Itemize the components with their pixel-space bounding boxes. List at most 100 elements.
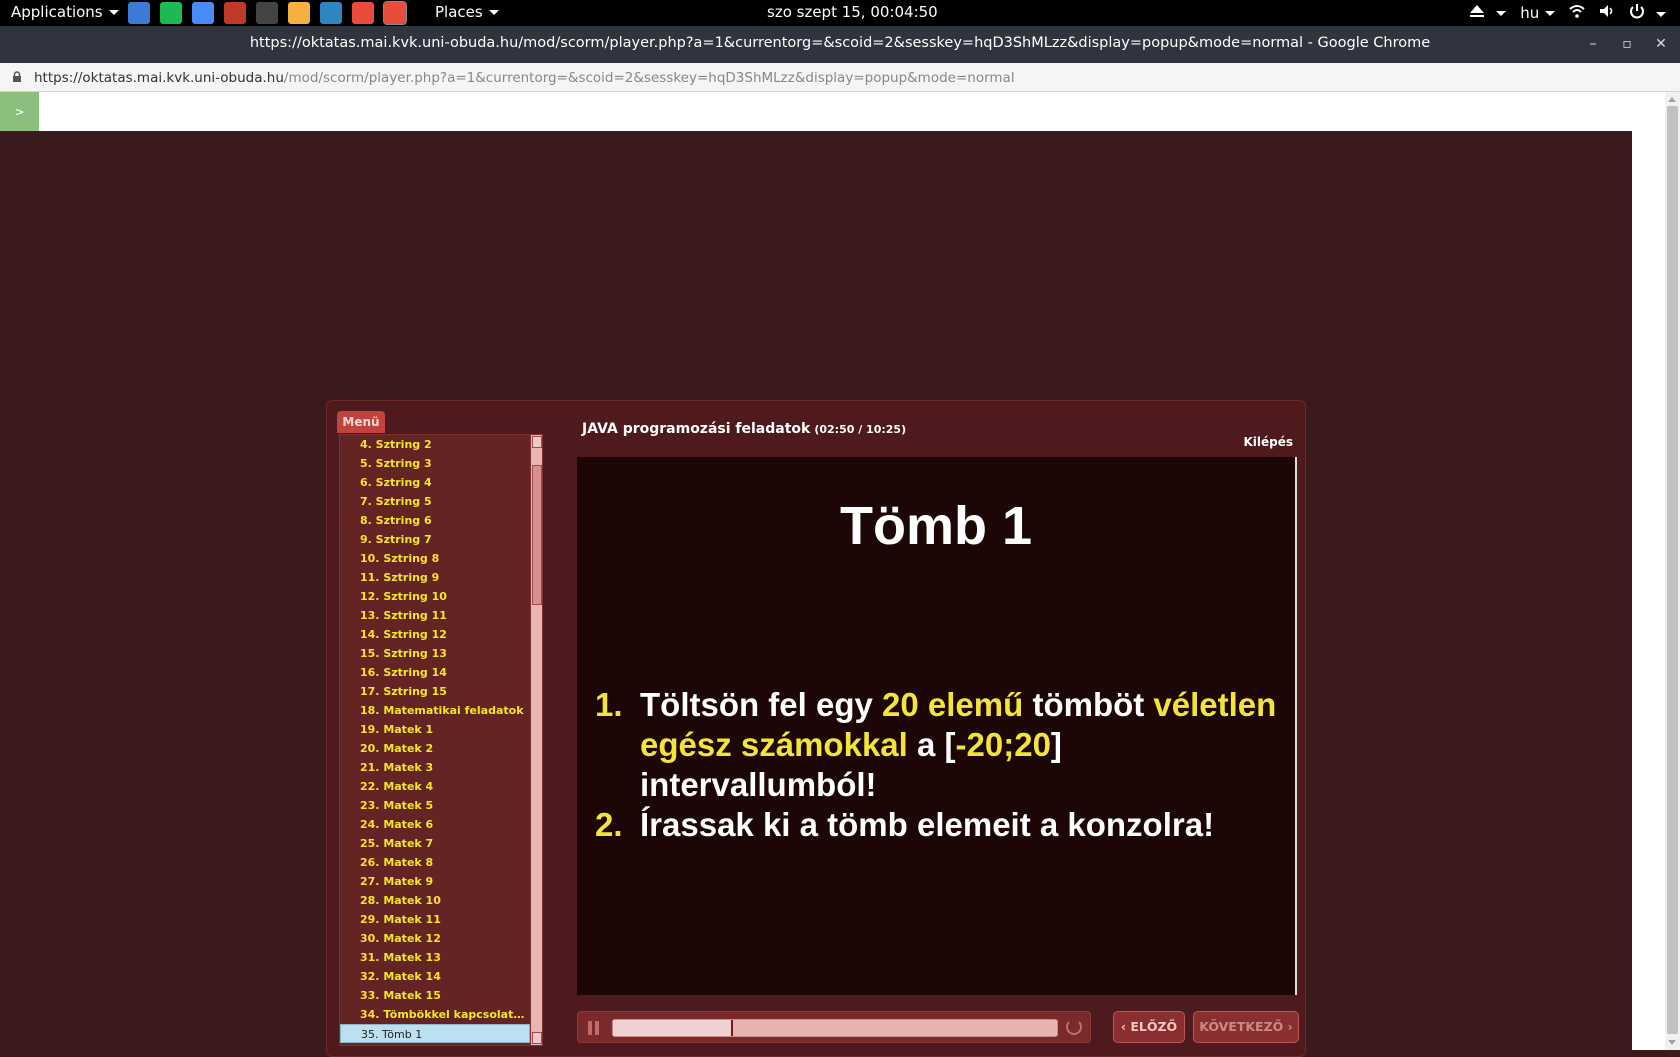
- slide-item-number: 2.: [595, 806, 623, 843]
- menu-item[interactable]: 22. Matek 4: [340, 777, 530, 796]
- wifi-icon[interactable]: [1569, 4, 1585, 22]
- scroll-down-icon[interactable]: [1668, 1040, 1676, 1045]
- places-label: Places: [435, 3, 483, 21]
- chrome-active-icon[interactable]: [383, 1, 407, 25]
- app-launchers: [128, 1, 407, 25]
- menu-item[interactable]: 35. Tömb 1: [340, 1024, 530, 1043]
- menu-item[interactable]: 11. Sztring 9: [340, 568, 530, 587]
- menu-item[interactable]: 19. Matek 1: [340, 720, 530, 739]
- slide-item: 1. Töltsön fel egy 20 elemű tömböt véletl…: [595, 685, 1285, 805]
- menu-item[interactable]: 17. Sztring 15: [340, 682, 530, 701]
- slide-text: Írassak ki a tömb elemeit a konzolra!: [640, 806, 1215, 843]
- menu-item[interactable]: 33. Matek 15: [340, 986, 530, 1005]
- text-editor-icon[interactable]: [288, 2, 310, 24]
- url-text[interactable]: https://oktatas.mai.kvk.uni-obuda.hu/mod…: [34, 70, 1015, 86]
- scroll-up-icon[interactable]: [1668, 97, 1676, 102]
- menu-item[interactable]: 4. Sztring 2: [340, 435, 530, 454]
- page-scrollbar[interactable]: [1665, 92, 1680, 1050]
- menu-item[interactable]: 8. Sztring 6: [340, 511, 530, 530]
- menu-item[interactable]: 15. Sztring 13: [340, 644, 530, 663]
- menu-item[interactable]: 29. Matek 11: [340, 910, 530, 929]
- previous-label: ELŐZŐ: [1130, 1019, 1178, 1034]
- menu-item[interactable]: 30. Matek 12: [340, 929, 530, 948]
- window-title: https://oktatas.mai.kvk.uni-obuda.hu/mod…: [249, 35, 1431, 51]
- next-label: KÖVETKEZŐ: [1199, 1019, 1284, 1034]
- progress-bar[interactable]: [612, 1019, 1058, 1037]
- url-host: https://oktatas.mai.kvk.uni-obuda.hu: [34, 70, 284, 86]
- minimize-icon[interactable]: –: [1581, 32, 1605, 56]
- menu-item[interactable]: 26. Matek 8: [340, 853, 530, 872]
- toc-toggle-button[interactable]: >: [0, 92, 39, 131]
- slide-list: 1. Töltsön fel egy 20 elemű tömböt véletl…: [595, 685, 1285, 845]
- menu-item[interactable]: 12. Sztring 10: [340, 587, 530, 606]
- spotify-icon[interactable]: [160, 2, 182, 24]
- chromium-icon[interactable]: [192, 2, 214, 24]
- slide-text: ]: [1050, 726, 1062, 763]
- menu-list: 4. Sztring 2 5. Sztring 3 6. Sztring 4 7. S…: [340, 435, 530, 1043]
- menu-item[interactable]: 23. Matek 5: [340, 796, 530, 815]
- slide: Tömb 1 1. Töltsön fel egy 20 elemű tömböt…: [577, 457, 1297, 995]
- menu-item[interactable]: 21. Matek 3: [340, 758, 530, 777]
- menu-item[interactable]: 18. Matematikai feladatok: [340, 701, 530, 720]
- menu-scrollbar[interactable]: [530, 435, 542, 1045]
- volume-icon[interactable]: [1599, 4, 1615, 22]
- menu-item[interactable]: 16. Sztring 14: [340, 663, 530, 682]
- lock-icon: [13, 71, 21, 82]
- pause-icon[interactable]: [588, 1021, 600, 1035]
- slide-text: a: [907, 726, 945, 763]
- menu-item[interactable]: 10. Sztring 8: [340, 549, 530, 568]
- slide-text: Töltsön fel egy: [640, 686, 883, 723]
- window-titlebar: https://oktatas.mai.kvk.uni-obuda.hu/mod…: [0, 26, 1680, 63]
- menu-item[interactable]: 32. Matek 14: [340, 967, 530, 986]
- menu-tab[interactable]: Menü: [337, 411, 385, 433]
- scroll-down-icon[interactable]: [532, 1032, 542, 1044]
- menu-item[interactable]: 6. Sztring 4: [340, 473, 530, 492]
- menu-scroll-thumb[interactable]: [532, 465, 542, 605]
- page-scroll-thumb[interactable]: [1667, 106, 1678, 1034]
- menu-item[interactable]: 7. Sztring 5: [340, 492, 530, 511]
- slide-item-number: 1.: [595, 686, 623, 723]
- slide-highlight: 20 elemű: [882, 686, 1024, 723]
- menu-item[interactable]: 28. Matek 10: [340, 891, 530, 910]
- menu-item[interactable]: 27. Matek 9: [340, 872, 530, 891]
- chevron-down-icon: [1656, 12, 1666, 17]
- chevron-down-icon: [1545, 11, 1556, 16]
- chrome-icon[interactable]: [352, 2, 374, 24]
- next-button[interactable]: KÖVETKEZŐ ›: [1193, 1011, 1299, 1043]
- exit-link[interactable]: Kilépés: [1243, 435, 1293, 449]
- applications-menu[interactable]: Applications: [11, 3, 119, 21]
- lesson-title: JAVA programozási feladatok (02:50 / 10:2…: [582, 421, 906, 437]
- system-monitor-icon[interactable]: [320, 2, 342, 24]
- slide-text: tömböt: [1023, 686, 1154, 723]
- power-icon[interactable]: [1629, 3, 1666, 23]
- desktop-icon[interactable]: [128, 2, 150, 24]
- terminal-icon[interactable]: [256, 2, 278, 24]
- menu-item[interactable]: 34. Tömbökkel kapcsolatos f...: [340, 1005, 530, 1024]
- menu-item[interactable]: 5. Sztring 3: [340, 454, 530, 473]
- archive-icon[interactable]: [224, 2, 246, 24]
- maximize-icon[interactable]: ▫: [1615, 32, 1639, 56]
- eject-icon[interactable]: [1469, 4, 1507, 22]
- chevron-down-icon: [488, 10, 499, 15]
- menu-item[interactable]: 24. Matek 6: [340, 815, 530, 834]
- close-icon[interactable]: ✕: [1649, 32, 1673, 56]
- menu-item[interactable]: 14. Sztring 12: [340, 625, 530, 644]
- keyboard-layout-label: hu: [1520, 4, 1540, 22]
- menu-item[interactable]: 13. Sztring 11: [340, 606, 530, 625]
- chevron-down-icon: [108, 10, 119, 15]
- menu-item[interactable]: 9. Sztring 7: [340, 530, 530, 549]
- chevron-down-icon: [1496, 11, 1507, 16]
- scroll-up-icon[interactable]: [532, 436, 542, 448]
- applications-label: Applications: [11, 3, 103, 21]
- slide-text: [: [944, 726, 956, 763]
- keyboard-layout[interactable]: hu: [1520, 4, 1556, 22]
- replay-icon[interactable]: [1066, 1019, 1082, 1035]
- clock[interactable]: szo szept 15, 00:04:50: [767, 3, 938, 21]
- address-bar[interactable]: https://oktatas.mai.kvk.uni-obuda.hu/mod…: [0, 63, 1680, 92]
- menu-item[interactable]: 20. Matek 2: [340, 739, 530, 758]
- menu-item[interactable]: 25. Matek 7: [340, 834, 530, 853]
- menu-item[interactable]: 31. Matek 13: [340, 948, 530, 967]
- web-page: > Menü 4. Sztring 2 5. Sztring 3 6. Sztrin…: [0, 92, 1680, 1057]
- places-menu[interactable]: Places: [435, 3, 499, 21]
- previous-button[interactable]: ‹ ELŐZŐ: [1113, 1011, 1185, 1043]
